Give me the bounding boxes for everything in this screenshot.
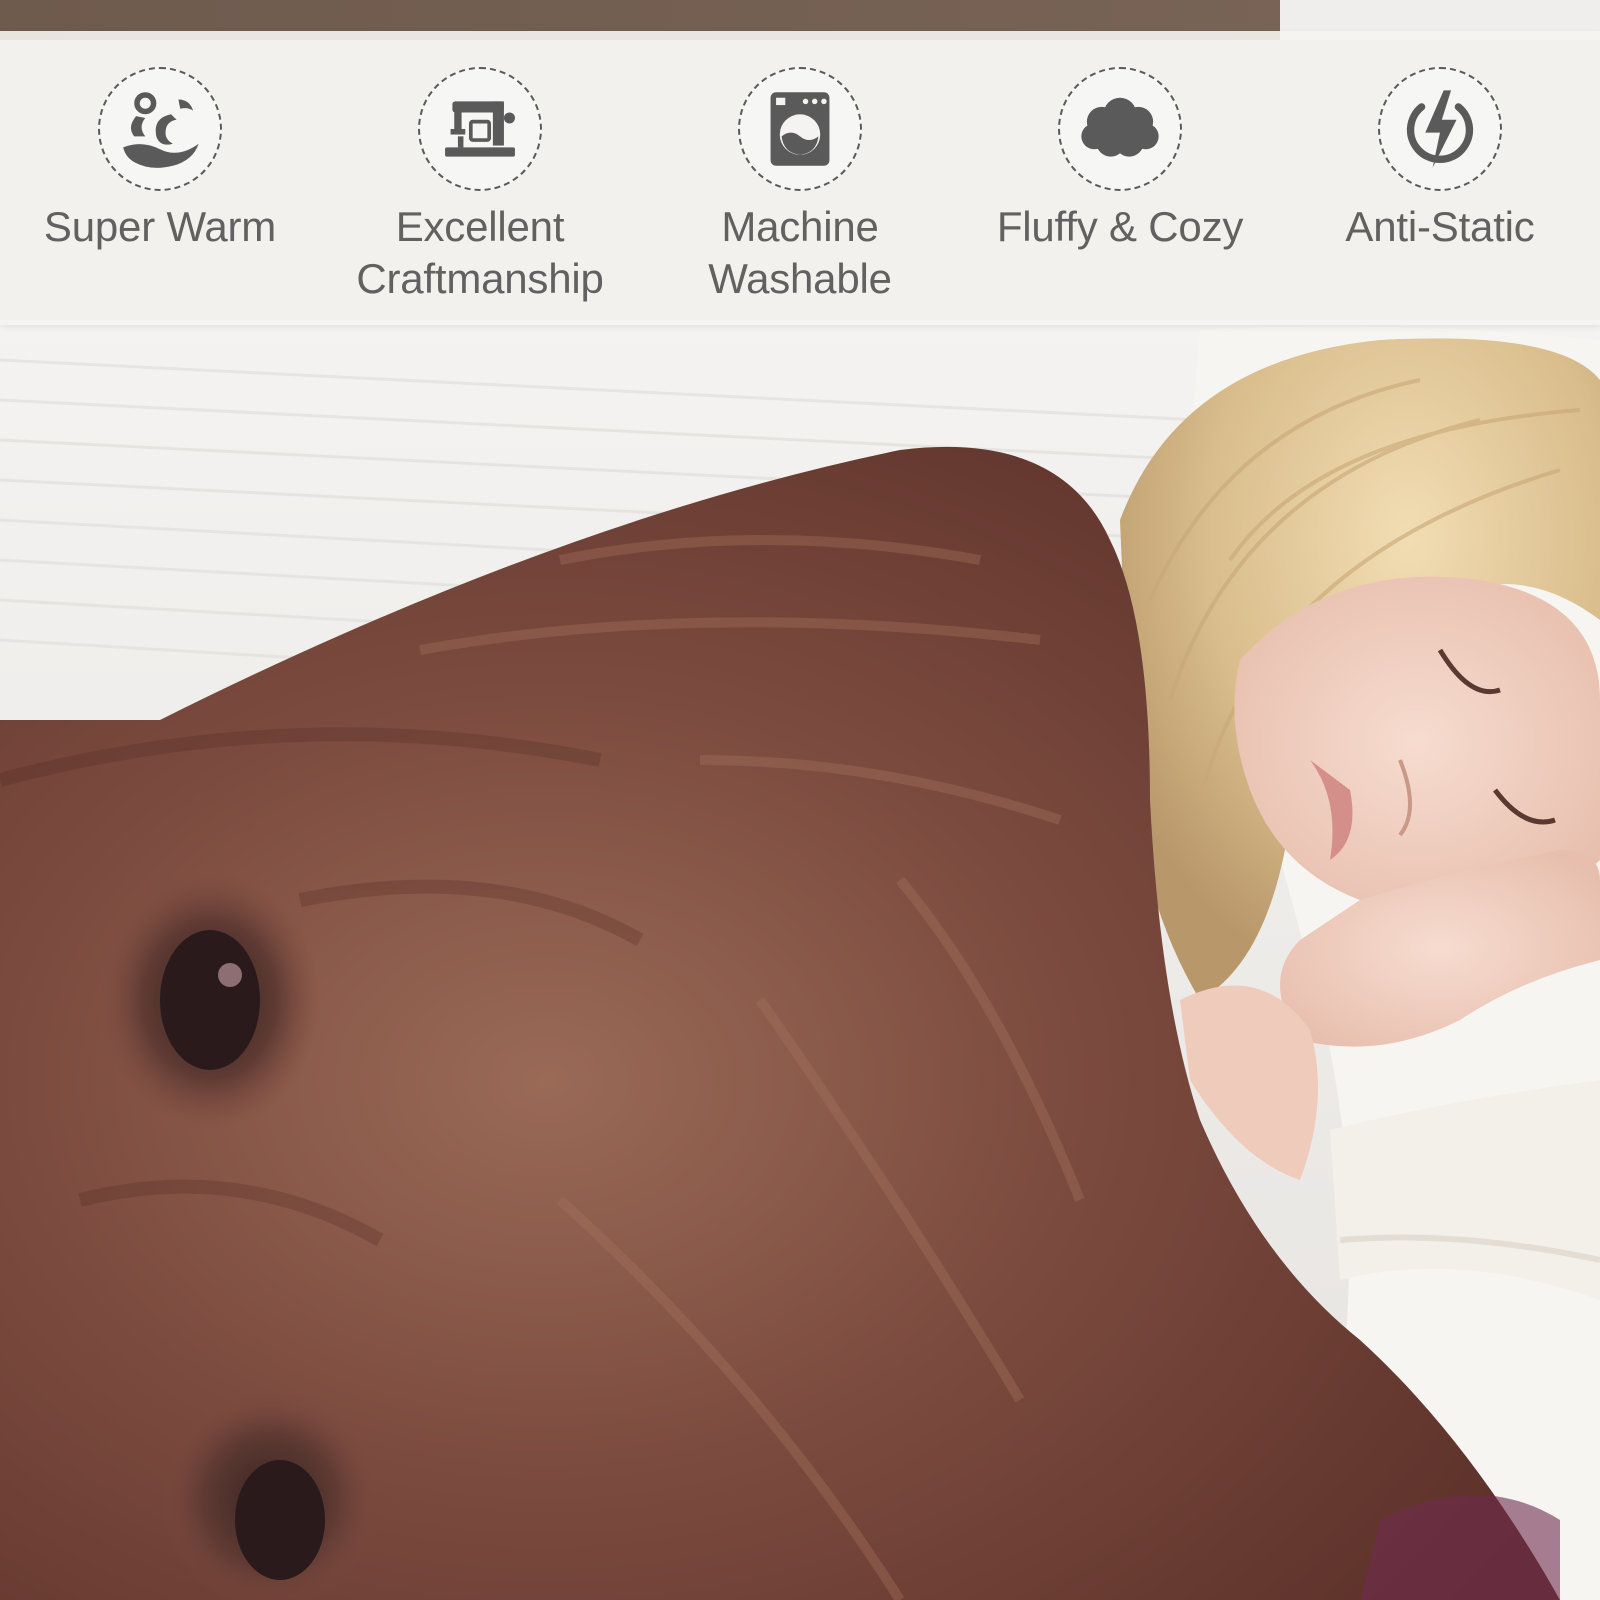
product-image: Super Warm Excellent Craftmanship Machin… (0, 0, 1600, 1600)
feature-machine-washable: Machine Washable (650, 67, 950, 305)
heat-wave-icon (98, 67, 222, 191)
features-bar: Super Warm Excellent Craftmanship Machin… (0, 31, 1600, 325)
feature-label-super-warm: Super Warm (43, 203, 277, 250)
feature-label-anti-static: Anti-Static (1345, 203, 1535, 250)
feature-label-fluffy-cozy: Fluffy & Cozy (996, 203, 1244, 250)
feature-fluffy-cozy: Fluffy & Cozy (970, 67, 1270, 253)
cloud-icon (1058, 67, 1182, 191)
feature-excellent-craftmanship: Excellent Craftmanship (330, 67, 630, 305)
feature-label-machine-washable: Machine Washable (708, 203, 892, 302)
lightning-bolt-icon (1378, 67, 1502, 191)
feature-super-warm: Super Warm (10, 67, 310, 253)
feature-label-excellent-craftmanship: Excellent Craftmanship (356, 203, 604, 302)
sewing-machine-icon (418, 67, 542, 191)
washing-machine-icon (738, 67, 862, 191)
feature-anti-static: Anti-Static (1290, 67, 1590, 253)
